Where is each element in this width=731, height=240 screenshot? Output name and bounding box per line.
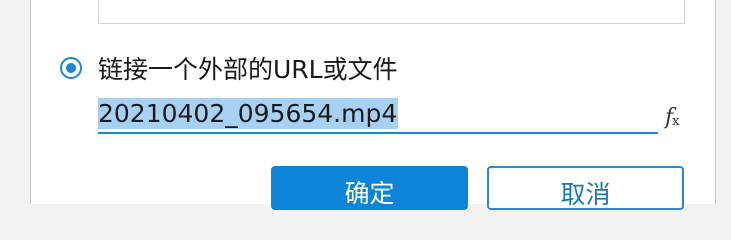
fx-icon[interactable]: fx (665, 106, 680, 134)
external-link-option[interactable]: 链接一个外部的URL或文件 (60, 50, 398, 86)
radio-label: 链接一个外部的URL或文件 (98, 55, 398, 84)
text-input-box[interactable] (98, 0, 685, 24)
url-file-input[interactable]: 20210402_095654.mp4 (98, 96, 658, 134)
ok-button[interactable]: 确定 (271, 166, 468, 210)
dialog: 链接一个外部的URL或文件 20210402_095654.mp4 fx 确定 … (30, 0, 716, 210)
url-file-value[interactable]: 20210402_095654.mp4 (98, 98, 399, 129)
radio-selected-dot (66, 63, 76, 73)
radio-button[interactable] (60, 57, 82, 79)
cancel-button[interactable]: 取消 (487, 166, 684, 210)
